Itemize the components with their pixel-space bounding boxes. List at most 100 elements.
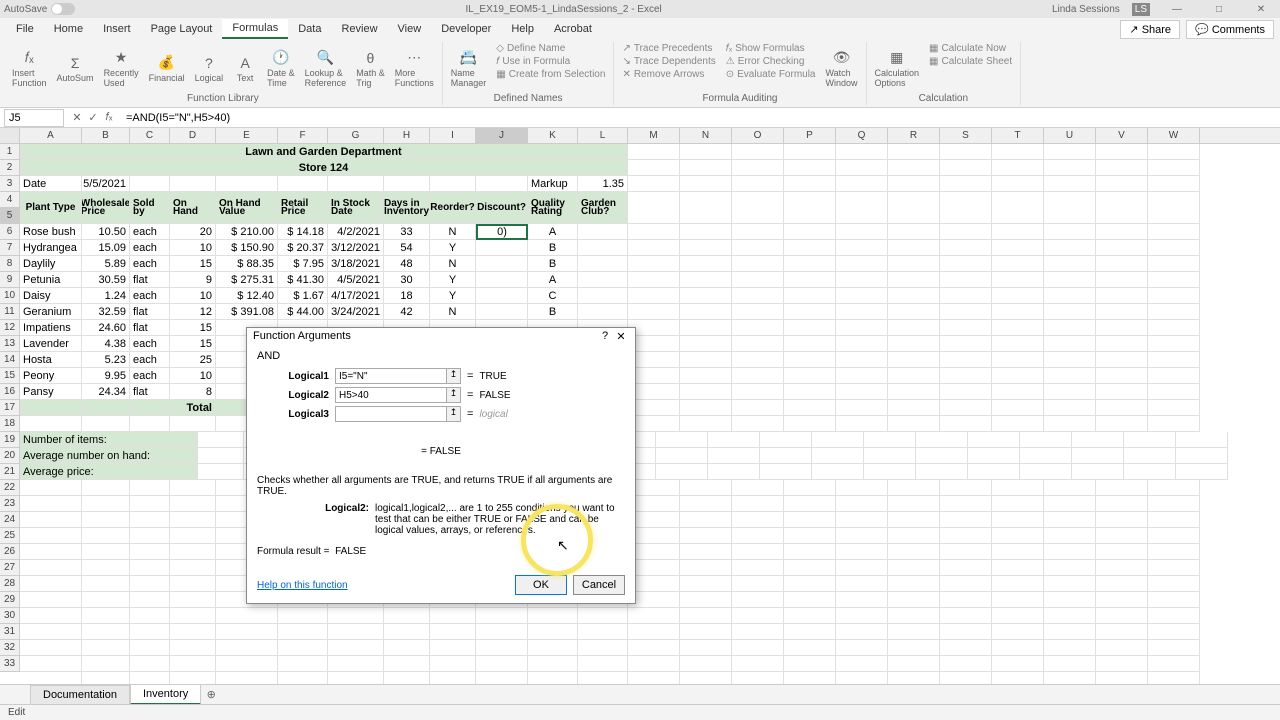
cell-O31[interactable] xyxy=(732,640,784,656)
logical-button[interactable]: ?Logical xyxy=(191,42,228,93)
cell-T11[interactable] xyxy=(992,320,1044,336)
cell-T3[interactable] xyxy=(992,176,1044,192)
cell-N30[interactable] xyxy=(680,624,732,640)
cell-D27[interactable] xyxy=(170,576,216,592)
cell-S3[interactable] xyxy=(940,176,992,192)
cell-C5[interactable]: each xyxy=(130,224,170,240)
fx-icon[interactable]: 𝑓ₓ xyxy=(102,111,116,124)
cell-T28[interactable] xyxy=(992,592,1044,608)
cell-H4[interactable]: Days in Inventory xyxy=(384,192,430,224)
cell-Q32[interactable] xyxy=(836,656,888,672)
cell-U10[interactable] xyxy=(1044,304,1096,320)
cell-C10[interactable]: flat xyxy=(130,304,170,320)
cell-Q5[interactable] xyxy=(836,224,888,240)
cell-O7[interactable] xyxy=(732,256,784,272)
cell-R26[interactable] xyxy=(888,560,940,576)
cell-R21[interactable] xyxy=(888,480,940,496)
column-header-S[interactable]: S xyxy=(940,128,992,143)
cell-C30[interactable] xyxy=(130,624,170,640)
cell-F32[interactable] xyxy=(278,656,328,672)
cell-A3[interactable]: Date xyxy=(20,176,82,192)
cell-T25[interactable] xyxy=(992,544,1044,560)
cell-E29[interactable] xyxy=(216,608,278,624)
cell-F29[interactable] xyxy=(278,608,328,624)
row-header-2[interactable]: 2 xyxy=(0,160,20,176)
cell-K8[interactable]: A xyxy=(528,272,578,288)
cell-A21[interactable] xyxy=(20,480,82,496)
cell-P15[interactable] xyxy=(784,384,836,400)
cell-N28[interactable] xyxy=(680,592,732,608)
cell-A29[interactable] xyxy=(20,608,82,624)
cell-V3[interactable] xyxy=(1096,176,1148,192)
cell-M18[interactable] xyxy=(656,432,708,448)
define-name-button[interactable]: ◇Define Name xyxy=(492,42,609,55)
cell-K10[interactable]: B xyxy=(528,304,578,320)
cell-G30[interactable] xyxy=(328,624,384,640)
cell-L10[interactable] xyxy=(578,304,628,320)
cell-P4[interactable] xyxy=(784,192,836,224)
row-header-17[interactable]: 17 xyxy=(0,400,20,416)
name-manager-button[interactable]: 📇Name Manager xyxy=(447,42,491,93)
cell-N21[interactable] xyxy=(680,480,732,496)
column-header-Q[interactable]: Q xyxy=(836,128,888,143)
cell-B25[interactable] xyxy=(82,544,130,560)
cell-S10[interactable] xyxy=(940,304,992,320)
cell-L6[interactable] xyxy=(578,240,628,256)
cell-J5[interactable]: 0) xyxy=(476,224,528,240)
cell-V12[interactable] xyxy=(1096,336,1148,352)
insert-function-button[interactable]: 𝑓ₓInsert Function xyxy=(8,42,51,93)
cell-N8[interactable] xyxy=(680,272,732,288)
cell-A28[interactable] xyxy=(20,592,82,608)
cell-Q26[interactable] xyxy=(836,560,888,576)
math-button[interactable]: θMath & Trig xyxy=(352,42,389,93)
cell-Q12[interactable] xyxy=(836,336,888,352)
row-header-13[interactable]: 13 xyxy=(0,336,20,352)
cell-M8[interactable] xyxy=(628,272,680,288)
cell-W6[interactable] xyxy=(1148,240,1200,256)
cell-K9[interactable]: C xyxy=(528,288,578,304)
cell-Q11[interactable] xyxy=(836,320,888,336)
cell-Q20[interactable] xyxy=(864,464,916,480)
cell-B22[interactable] xyxy=(82,496,130,512)
cell-G3[interactable] xyxy=(328,176,384,192)
cell-S13[interactable] xyxy=(940,352,992,368)
cell-W13[interactable] xyxy=(1148,352,1200,368)
sheet-tab-inventory[interactable]: Inventory xyxy=(130,684,201,705)
cell-W23[interactable] xyxy=(1148,512,1200,528)
cell-I32[interactable] xyxy=(430,656,476,672)
cell-V26[interactable] xyxy=(1096,560,1148,576)
cell-J10[interactable] xyxy=(476,304,528,320)
cell-B26[interactable] xyxy=(82,560,130,576)
cell-O8[interactable] xyxy=(732,272,784,288)
cell-N14[interactable] xyxy=(680,368,732,384)
cell-D32[interactable] xyxy=(170,656,216,672)
cell-U31[interactable] xyxy=(1044,640,1096,656)
cell-O24[interactable] xyxy=(732,528,784,544)
cell-W32[interactable] xyxy=(1148,656,1200,672)
cell-F30[interactable] xyxy=(278,624,328,640)
row-header-8[interactable]: 8 xyxy=(0,256,20,272)
cell-F5[interactable]: $ 14.18 xyxy=(278,224,328,240)
cell-P3[interactable] xyxy=(784,176,836,192)
cell-C31[interactable] xyxy=(130,640,170,656)
cell-W14[interactable] xyxy=(1148,368,1200,384)
column-header-E[interactable]: E xyxy=(216,128,278,143)
cell-U16[interactable] xyxy=(1044,400,1096,416)
cell-M3[interactable] xyxy=(628,176,680,192)
cell-N23[interactable] xyxy=(680,512,732,528)
cell-L5[interactable] xyxy=(578,224,628,240)
cell-Q30[interactable] xyxy=(836,624,888,640)
cell-P27[interactable] xyxy=(784,576,836,592)
cell-N20[interactable] xyxy=(708,464,760,480)
formula-input[interactable] xyxy=(122,109,1280,127)
use-in-formula-button[interactable]: 𝑓Use in Formula xyxy=(492,55,609,68)
cell-P23[interactable] xyxy=(784,512,836,528)
cell-T21[interactable] xyxy=(992,480,1044,496)
cell-Q8[interactable] xyxy=(836,272,888,288)
comments-button[interactable]: 💬 Comments xyxy=(1186,20,1274,39)
cell-M32[interactable] xyxy=(628,656,680,672)
cell-T16[interactable] xyxy=(992,400,1044,416)
cell-S22[interactable] xyxy=(940,496,992,512)
cell-D16[interactable]: Total xyxy=(170,400,216,416)
cell-V24[interactable] xyxy=(1096,528,1148,544)
